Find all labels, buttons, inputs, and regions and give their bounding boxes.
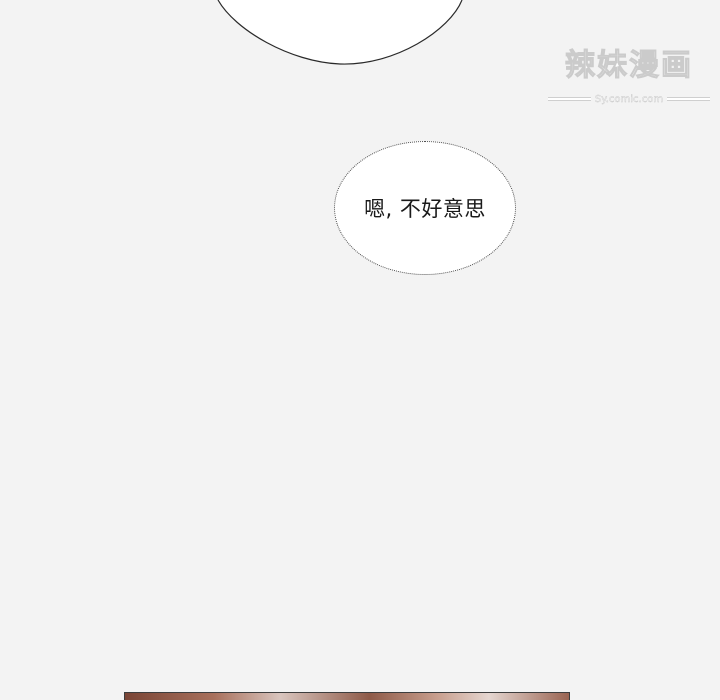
watermark-subline: Sy.comic.com bbox=[548, 92, 711, 106]
next-panel-edge bbox=[124, 692, 570, 700]
comic-panel: 辣妹漫画 Sy.comic.com 嗯, 不好意思 bbox=[0, 0, 720, 700]
speech-text: 嗯, 不好意思 bbox=[364, 197, 486, 221]
watermark-rule-right bbox=[667, 97, 711, 101]
watermark-rule-left bbox=[548, 97, 591, 101]
speech-bubble: 嗯, 不好意思 bbox=[334, 141, 516, 275]
watermark-title: 辣妹漫画 bbox=[565, 48, 693, 84]
watermark-url: Sy.comic.com bbox=[594, 93, 664, 105]
watermark-logo: 辣妹漫画 Sy.comic.com bbox=[548, 46, 711, 110]
